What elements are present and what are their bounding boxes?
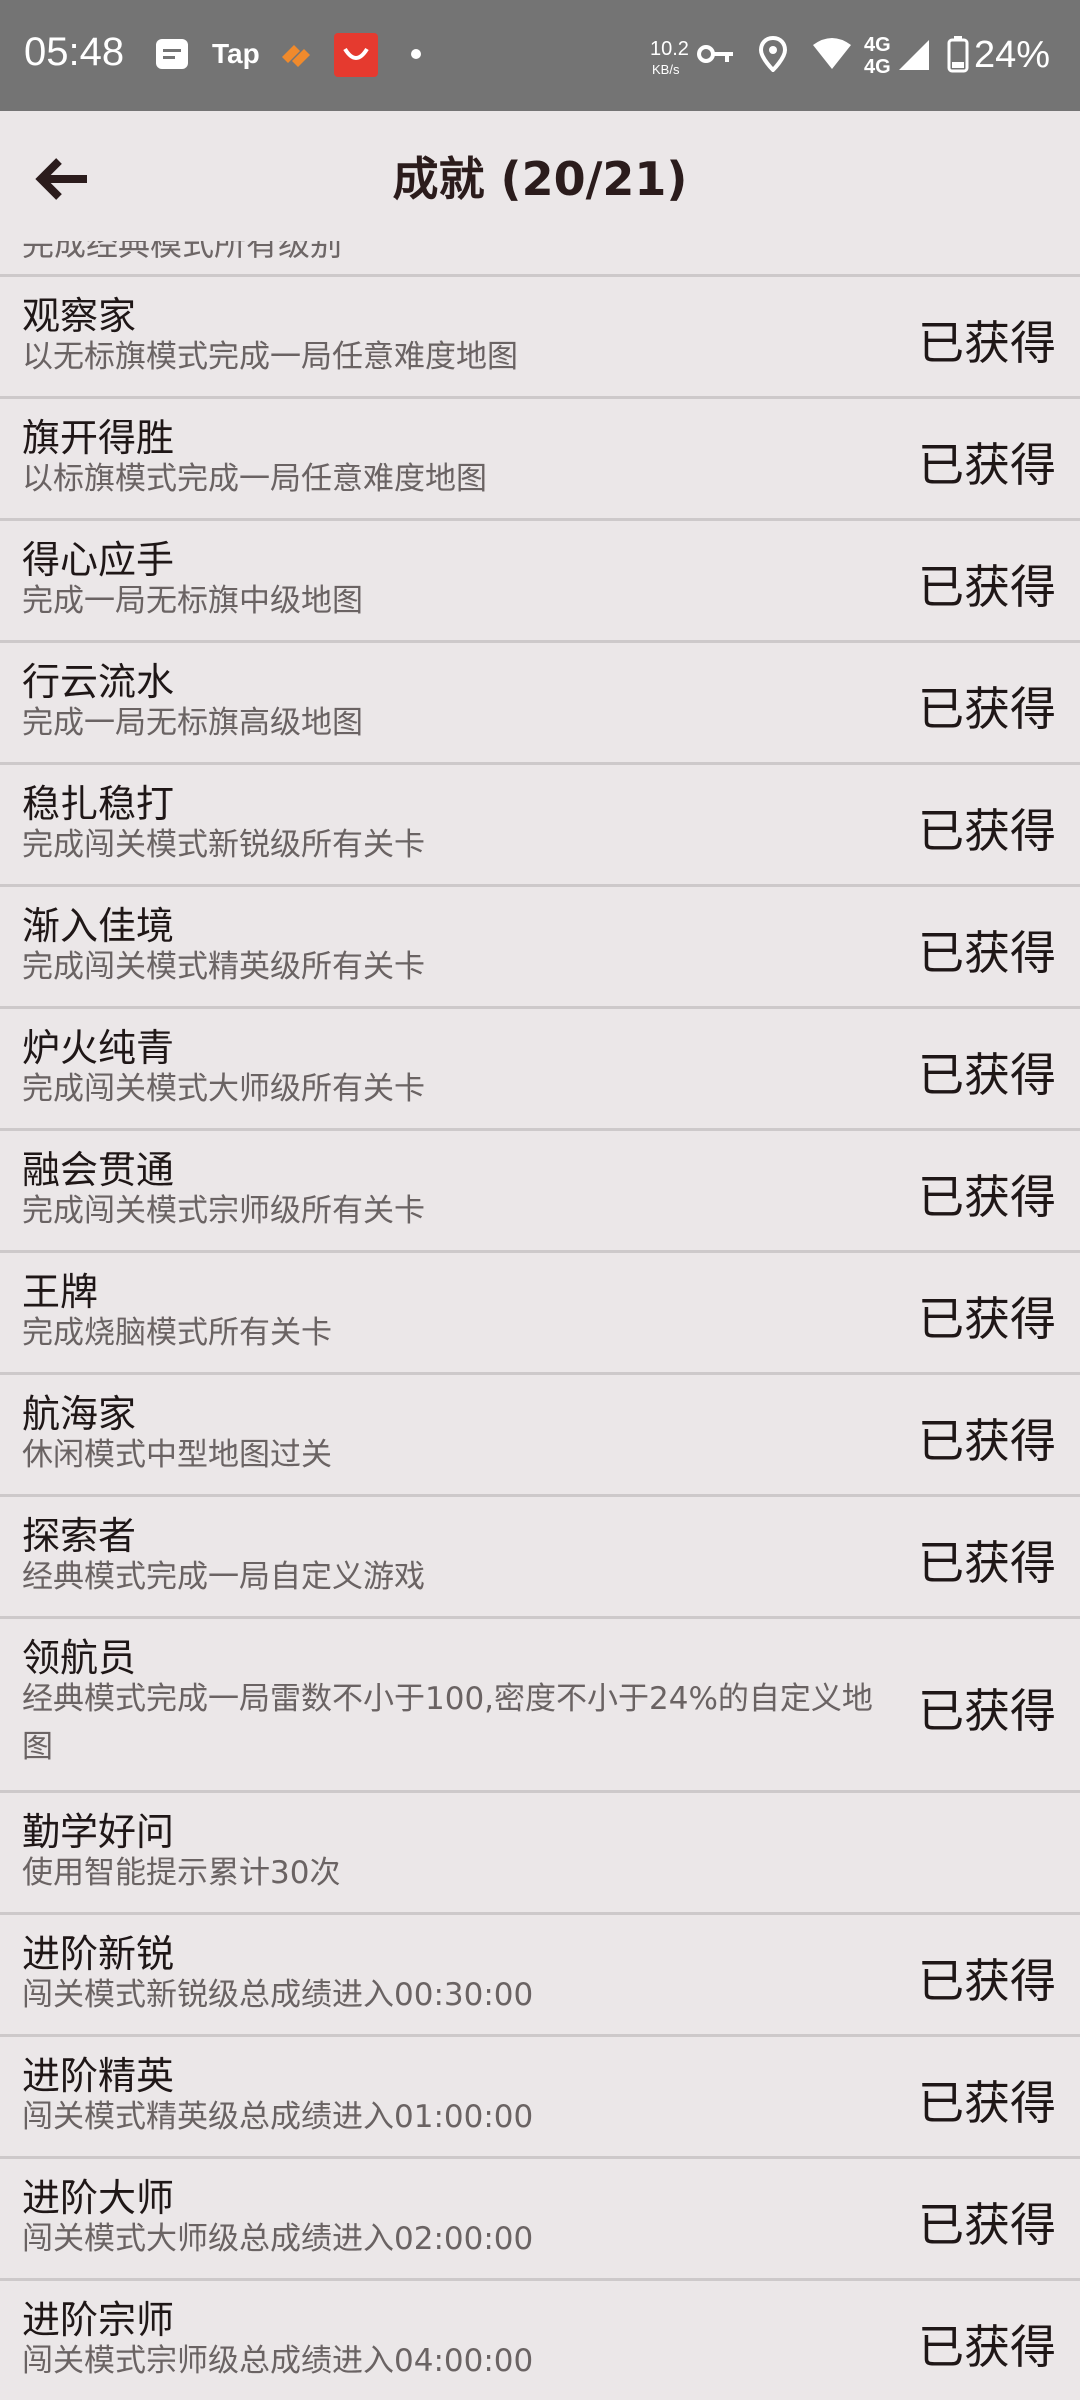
achievement-desc: 闯关模式宗师级总成绩进入04:00:00	[22, 2343, 534, 2379]
achievement-desc: 经典模式完成一局雷数不小于100,密度不小于24%的自定义地图	[22, 1681, 873, 1765]
achievement-item[interactable]: 稳扎稳打 完成闯关模式新锐级所有关卡 已获得	[0, 765, 1080, 884]
achievement-item[interactable]: 观察家 以无标旗模式完成一局任意难度地图 已获得	[0, 277, 1080, 396]
achievement-status: 已获得	[918, 438, 1056, 492]
achievement-item[interactable]: 进阶大师 闯关模式大师级总成绩进入02:00:00 已获得	[0, 2159, 1080, 2278]
achievements-list[interactable]: 完成经典模式所有级别 观察家 以无标旗模式完成一局任意难度地图 已获得 旗开得胜…	[0, 241, 1080, 2400]
signal-label-1: 4G	[864, 34, 891, 56]
achievement-item[interactable]: 融会贯通 完成闯关模式宗师级所有关卡 已获得	[0, 1131, 1080, 1250]
achievement-desc: 闯关模式精英级总成绩进入01:00:00	[22, 2099, 534, 2135]
net-speed-value: 10.2	[650, 38, 689, 60]
achievement-title: 进阶精英	[22, 2054, 175, 2098]
achievement-title: 炉火纯青	[22, 1026, 175, 1070]
achievement-desc: 完成闯关模式大师级所有关卡	[22, 1071, 425, 1107]
achievement-title: 进阶宗师	[22, 2298, 175, 2342]
achievement-title: 探索者	[22, 1514, 137, 1558]
achievement-item[interactable]: 王牌 完成烧脑模式所有关卡 已获得	[0, 1253, 1080, 1372]
achievement-desc: 完成闯关模式精英级所有关卡	[22, 949, 425, 985]
achievement-status: 已获得	[918, 1048, 1056, 1102]
achievement-item[interactable]: 领航员 经典模式完成一局雷数不小于100,密度不小于24%的自定义地图 已获得	[0, 1619, 1080, 1790]
achievement-title: 勤学好问	[22, 1810, 175, 1854]
achievement-desc: 闯关模式大师级总成绩进入02:00:00	[22, 2221, 534, 2257]
cell-signal-icon	[896, 34, 932, 74]
achievement-title: 王牌	[22, 1270, 99, 1314]
wifi-icon: 6	[810, 34, 854, 74]
achievement-item[interactable]: 行云流水 完成一局无标旗高级地图 已获得	[0, 643, 1080, 762]
achievement-desc: 完成一局无标旗高级地图	[22, 705, 363, 741]
achievement-title: 领航员	[22, 1636, 137, 1680]
page-title: 成就 (20/21)	[392, 152, 688, 206]
achievement-title: 进阶新锐	[22, 1932, 175, 1976]
achievement-title: 旗开得胜	[22, 416, 175, 460]
app-notification-icon	[276, 34, 316, 74]
partial-achievement-desc: 完成经典模式所有级别	[22, 241, 343, 263]
status-bar: 05:48 Tap 10.2 KB/s 6 4G 4G 24%	[0, 0, 1080, 111]
achievement-status: 已获得	[918, 1536, 1056, 1590]
achievement-desc: 以标旗模式完成一局任意难度地图	[22, 461, 487, 497]
achievement-title: 进阶大师	[22, 2176, 175, 2220]
achievement-status: 已获得	[918, 682, 1056, 736]
achievement-title: 稳扎稳打	[22, 782, 175, 826]
status-time: 05:48	[24, 30, 125, 74]
achievement-item[interactable]: 航海家 休闲模式中型地图过关 已获得	[0, 1375, 1080, 1494]
achievement-status: 已获得	[918, 1954, 1056, 2008]
achievement-status: 已获得	[918, 560, 1056, 614]
achievement-title: 渐入佳境	[22, 904, 175, 948]
achievement-desc: 完成烧脑模式所有关卡	[22, 1315, 332, 1351]
achievement-desc: 完成一局无标旗中级地图	[22, 583, 363, 619]
achievement-item[interactable]: 渐入佳境 完成闯关模式精英级所有关卡 已获得	[0, 887, 1080, 1006]
achievement-item[interactable]: 探索者 经典模式完成一局自定义游戏 已获得	[0, 1497, 1080, 1616]
achievement-desc: 完成闯关模式宗师级所有关卡	[22, 1193, 425, 1229]
achievement-desc: 闯关模式新锐级总成绩进入00:30:00	[22, 1977, 534, 2013]
achievement-status: 已获得	[918, 1292, 1056, 1346]
achievement-status: 已获得	[918, 1684, 1056, 1738]
tap-notification-icon: Tap	[212, 38, 260, 69]
achievement-desc: 以无标旗模式完成一局任意难度地图	[22, 339, 518, 375]
achievement-status: 已获得	[918, 926, 1056, 980]
svg-text:6: 6	[841, 41, 847, 52]
battery-icon	[946, 34, 970, 74]
app-bar: 成就 (20/21)	[0, 111, 1080, 241]
battery-percent: 24%	[974, 34, 1051, 76]
signal-label-2: 4G	[864, 56, 891, 78]
achievement-item[interactable]: 旗开得胜 以标旗模式完成一局任意难度地图 已获得	[0, 399, 1080, 518]
achievement-status: 已获得	[918, 1170, 1056, 1224]
achievement-status: 已获得	[918, 2076, 1056, 2130]
achievement-status: 已获得	[918, 804, 1056, 858]
achievement-desc: 完成闯关模式新锐级所有关卡	[22, 827, 425, 863]
achievement-item[interactable]: 进阶宗师 闯关模式宗师级总成绩进入04:00:00 已获得	[0, 2281, 1080, 2400]
achievement-desc: 使用智能提示累计30次	[22, 1855, 341, 1891]
achievement-desc: 休闲模式中型地图过关	[22, 1437, 332, 1473]
achievement-title: 得心应手	[22, 538, 175, 582]
achievement-status: 已获得	[918, 2198, 1056, 2252]
achievement-item[interactable]: 进阶新锐 闯关模式新锐级总成绩进入00:30:00 已获得	[0, 1915, 1080, 2034]
vpn-key-icon	[696, 34, 736, 74]
achievement-status: 已获得	[918, 1414, 1056, 1468]
achievement-item[interactable]: 进阶精英 闯关模式精英级总成绩进入01:00:00 已获得	[0, 2037, 1080, 2156]
achievement-title: 观察家	[22, 294, 137, 338]
achievement-title: 融会贯通	[22, 1148, 175, 1192]
more-notifications-dot-icon	[406, 34, 426, 74]
achievement-title: 航海家	[22, 1392, 137, 1436]
achievement-status: 已获得	[918, 316, 1056, 370]
achievement-title: 行云流水	[22, 660, 175, 704]
achievement-item[interactable]: 勤学好问 使用智能提示累计30次	[0, 1793, 1080, 1912]
message-notification-icon	[152, 34, 192, 74]
achievement-desc: 经典模式完成一局自定义游戏	[22, 1559, 425, 1595]
location-icon	[756, 34, 790, 74]
achievement-status: 已获得	[918, 2320, 1056, 2374]
achievement-item[interactable]: 炉火纯青 完成闯关模式大师级所有关卡 已获得	[0, 1009, 1080, 1128]
shopping-app-icon	[334, 33, 378, 77]
net-speed-unit: KB/s	[652, 62, 680, 77]
achievement-item[interactable]: 得心应手 完成一局无标旗中级地图 已获得	[0, 521, 1080, 640]
